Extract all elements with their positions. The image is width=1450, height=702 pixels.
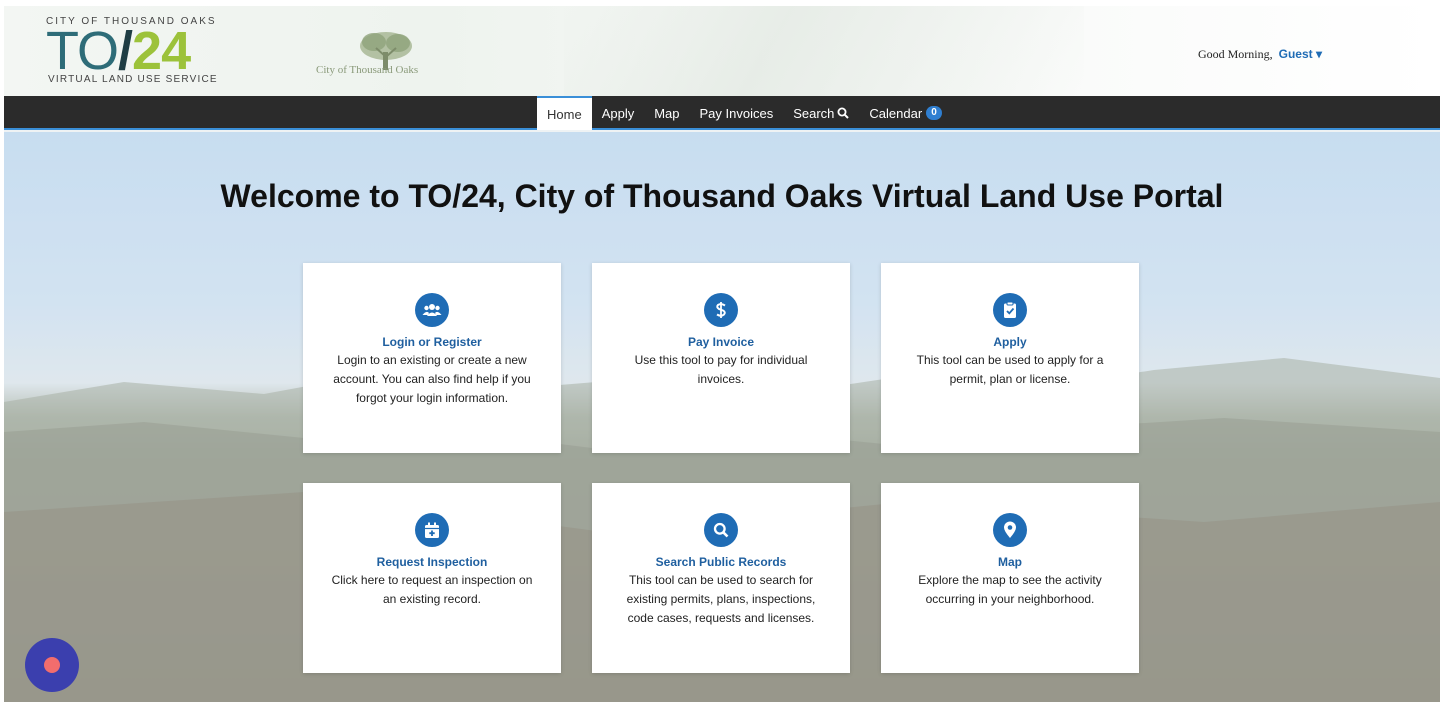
chat-dot-icon bbox=[44, 657, 60, 673]
logo-to: TO bbox=[46, 21, 119, 81]
nav-label: Calendar bbox=[869, 105, 923, 121]
greeting: Good Morning, Guest ▾ bbox=[1198, 47, 1322, 62]
page-title: Welcome to TO/24, City of Thousand Oaks … bbox=[220, 178, 1224, 214]
nav-home[interactable]: Home bbox=[537, 96, 592, 130]
card-title: Pay Invoice bbox=[687, 335, 755, 349]
header-decoration bbox=[564, 6, 1084, 96]
nav-apply[interactable]: Apply bbox=[592, 96, 645, 130]
greeting-text: Good Morning, bbox=[1197, 47, 1273, 61]
city-logo: City of Thousand Oaks bbox=[316, 26, 426, 80]
hero-section: Welcome to TO/24, City of Thousand Oaks … bbox=[4, 132, 1440, 702]
card-title: Login or Register bbox=[382, 335, 482, 349]
city-logo-text: City of Thousand Oaks bbox=[316, 64, 419, 76]
nav-calendar[interactable]: Calendar 0 bbox=[859, 96, 951, 130]
nav-label: Apply bbox=[601, 105, 635, 121]
search-icon bbox=[837, 107, 850, 119]
logo-24: 24 bbox=[132, 21, 191, 81]
card-description: Use this tool to pay for individual invo… bbox=[634, 353, 808, 386]
user-name: Guest bbox=[1278, 47, 1313, 61]
card-description: Login to an existing or create a new acc… bbox=[333, 353, 531, 405]
card-title: Request Inspection bbox=[376, 555, 488, 569]
apply-card[interactable]: Apply This tool can be used to apply for… bbox=[881, 263, 1139, 453]
card-description: Explore the map to see the activity occu… bbox=[918, 573, 1102, 606]
pay-invoice-card[interactable]: Pay Invoice Use this tool to pay for ind… bbox=[592, 263, 850, 453]
users-icon bbox=[415, 293, 449, 327]
card-title: Map bbox=[998, 555, 1022, 569]
logo-slash: / bbox=[118, 21, 133, 81]
card-description: This tool can be used to search for exis… bbox=[626, 573, 816, 625]
logo-wordmark: TO/24 bbox=[46, 21, 191, 81]
main-nav: Home Apply Map Pay Invoices Search Calen… bbox=[4, 96, 1440, 130]
nav-label: Pay Invoices bbox=[699, 105, 774, 121]
dollar-icon bbox=[704, 293, 738, 327]
card-description: This tool can be used to apply for a per… bbox=[916, 353, 1104, 386]
map-card[interactable]: Map Explore the map to see the activity … bbox=[881, 483, 1139, 673]
caret-down-icon: ▾ bbox=[1315, 47, 1322, 61]
nav-label: Home bbox=[547, 106, 582, 122]
request-inspection-card[interactable]: Request Inspection Click here to request… bbox=[303, 483, 561, 673]
card-title: Search Public Records bbox=[655, 555, 787, 569]
app-window: CITY OF THOUSAND OAKS TO/24 VIRTUAL LAND… bbox=[4, 6, 1440, 702]
clipboard-check-icon bbox=[993, 293, 1027, 327]
search-records-card[interactable]: Search Public Records This tool can be u… bbox=[592, 483, 850, 673]
nav-map[interactable]: Map bbox=[644, 96, 689, 130]
calendar-plus-icon bbox=[415, 513, 449, 547]
card-title: Apply bbox=[993, 335, 1027, 349]
logo-service-text: VIRTUAL LAND USE SERVICE bbox=[48, 74, 218, 85]
calendar-count-badge: 0 bbox=[926, 106, 942, 120]
login-register-card[interactable]: Login or Register Login to an existing o… bbox=[303, 263, 561, 453]
card-description: Click here to request an inspection on a… bbox=[331, 573, 533, 606]
chat-launcher-button[interactable] bbox=[25, 638, 79, 692]
nav-pay-invoices[interactable]: Pay Invoices bbox=[690, 96, 784, 130]
user-menu[interactable]: Guest ▾ bbox=[1279, 47, 1322, 61]
nav-label: Map bbox=[654, 105, 680, 121]
nav-label: Search bbox=[793, 105, 835, 121]
to24-logo[interactable]: CITY OF THOUSAND OAKS TO/24 VIRTUAL LAND… bbox=[10, 10, 230, 90]
site-header: CITY OF THOUSAND OAKS TO/24 VIRTUAL LAND… bbox=[4, 6, 1440, 96]
map-pin-icon bbox=[993, 513, 1027, 547]
nav-search[interactable]: Search bbox=[783, 96, 859, 130]
search-icon bbox=[704, 513, 738, 547]
